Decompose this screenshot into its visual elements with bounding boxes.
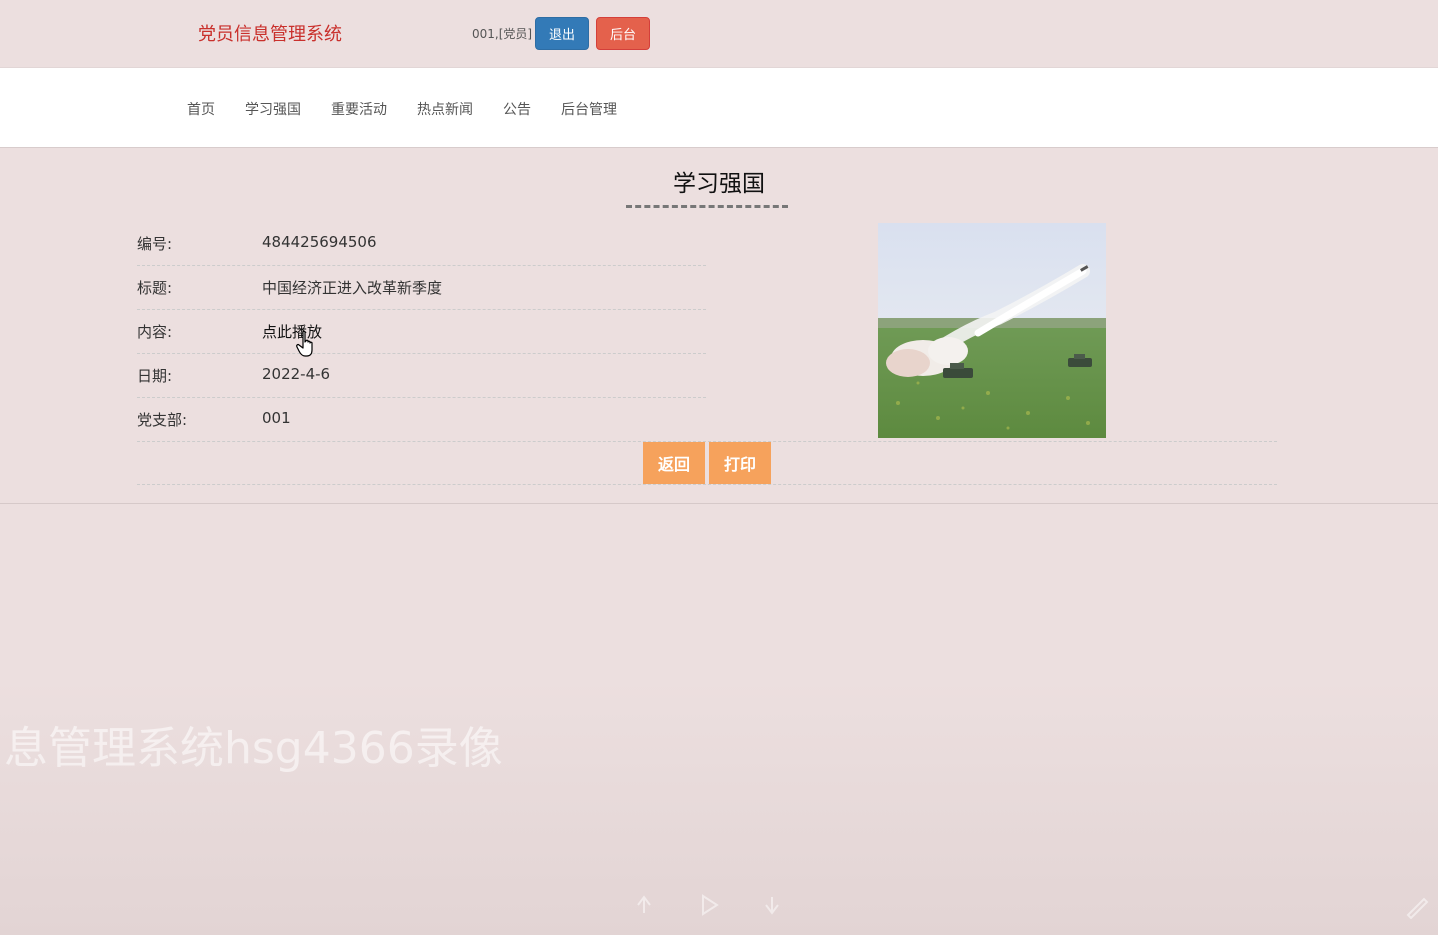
page: 党员信息管理系统 001,[党员] 退出 后台 首页 学习强国 重要活动 热点新…	[0, 0, 1438, 935]
nav-item-study[interactable]: 学习强国	[245, 99, 301, 119]
pen-icon	[1404, 893, 1430, 923]
field-value: 中国经济正进入改革新季度	[262, 279, 443, 297]
recording-watermark: 息管理系统hsg4366录像	[4, 723, 503, 774]
admin-button[interactable]: 后台	[596, 17, 650, 50]
field-label: 编号:	[137, 235, 173, 253]
undo-icon	[632, 893, 656, 921]
content-bottom-border	[0, 503, 1438, 504]
site-title: 党员信息管理系统	[198, 24, 342, 45]
field-label: 内容:	[137, 323, 173, 341]
user-info: 001,[党员]	[472, 27, 533, 41]
field-value: 2022-4-6	[262, 365, 331, 383]
nav-item-notices[interactable]: 公告	[503, 99, 531, 119]
field-row-date: 日期: 2022-4-6	[137, 354, 706, 398]
field-label: 党支部:	[137, 411, 188, 429]
section-title: 学习强国	[673, 171, 765, 197]
field-value: 484425694506	[262, 233, 377, 251]
hand-pointer-icon	[296, 330, 318, 358]
logout-button[interactable]: 退出	[535, 17, 589, 50]
nav-item-activities[interactable]: 重要活动	[331, 99, 387, 119]
field-label: 日期:	[137, 367, 173, 385]
field-row-branch: 党支部: 001	[137, 398, 706, 442]
title-underline	[626, 205, 788, 208]
nav-item-admin[interactable]: 后台管理	[561, 99, 617, 119]
divider	[137, 441, 1277, 442]
article-image	[878, 223, 1106, 438]
redo-icon	[760, 893, 784, 921]
field-row-title: 标题: 中国经济正进入改革新季度	[137, 266, 706, 310]
nav-item-news[interactable]: 热点新闻	[417, 99, 473, 119]
divider	[137, 484, 1277, 485]
field-row-id: 编号: 484425694506	[137, 222, 706, 266]
main-nav: 首页 学习强国 重要活动 热点新闻 公告 后台管理	[0, 67, 1438, 148]
print-button[interactable]: 打印	[709, 442, 771, 484]
play-icon	[697, 893, 721, 921]
back-button[interactable]: 返回	[643, 442, 705, 484]
top-bar: 党员信息管理系统 001,[党员] 退出 后台	[0, 0, 1438, 67]
field-row-content: 内容: 点此播放	[137, 310, 706, 354]
nav-item-home[interactable]: 首页	[187, 99, 215, 119]
field-value: 001	[262, 409, 291, 427]
field-label: 标题:	[137, 279, 173, 297]
